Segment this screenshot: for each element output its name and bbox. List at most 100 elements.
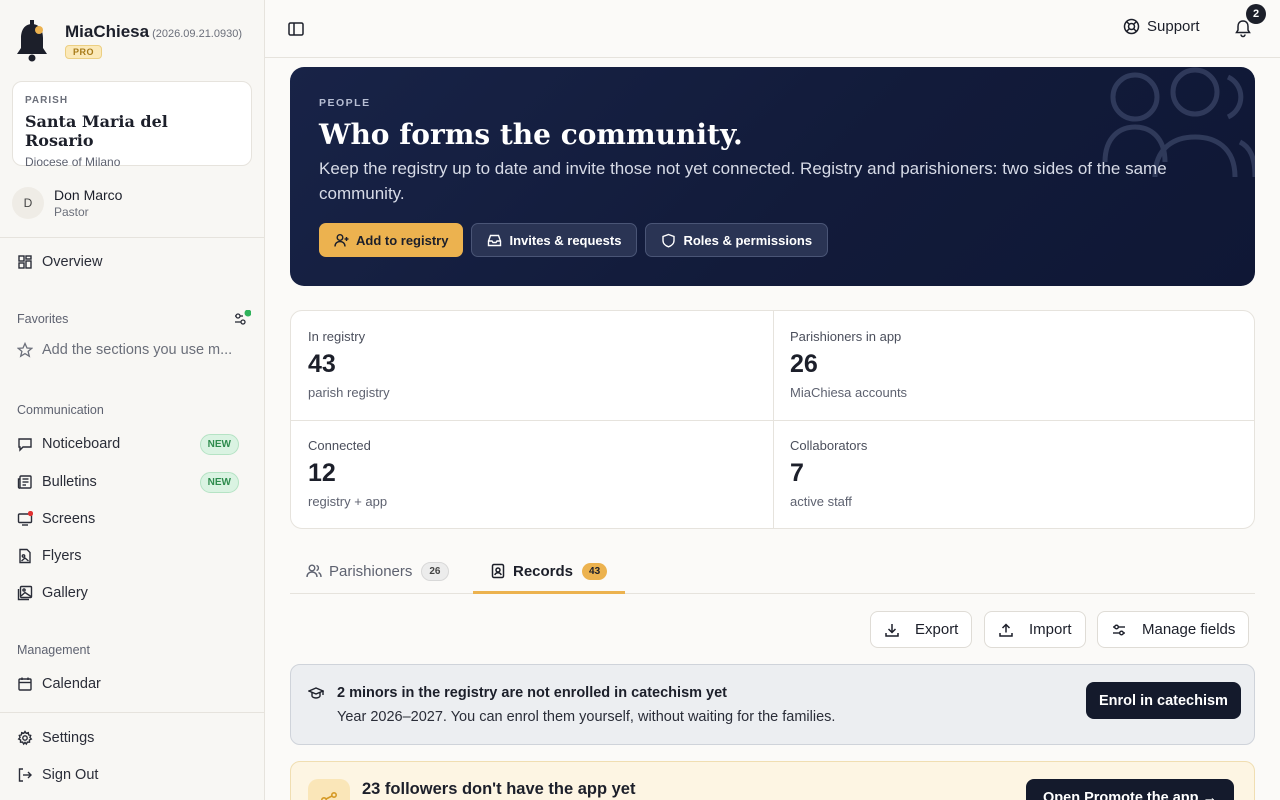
- stat-sub: MiaChiesa accounts: [790, 385, 908, 400]
- sidebar-item-flyers[interactable]: Flyers: [17, 543, 249, 569]
- stat-value: 26: [790, 350, 818, 378]
- stat-value: 43: [308, 350, 336, 378]
- tab-count-badge: 43: [582, 562, 608, 580]
- inbox-icon: [488, 234, 502, 246]
- alert-title: 2 minors in the registry are not enrolle…: [337, 685, 728, 701]
- enrol-catechism-button[interactable]: Enrol in catechism: [1086, 682, 1241, 719]
- star-icon: [17, 342, 33, 358]
- hero-eyebrow: PEOPLE: [319, 97, 371, 109]
- stat-sub: active staff: [790, 494, 852, 509]
- user-profile[interactable]: D Don Marco Pastor: [12, 187, 122, 219]
- active-tab-indicator: [473, 591, 625, 594]
- user-role: Pastor: [54, 205, 89, 219]
- parish-card[interactable]: PARISH Santa Maria del Rosario Diocese o…: [12, 81, 252, 169]
- sidebar-toggle-icon[interactable]: [287, 20, 305, 38]
- sidebar-item-gallery[interactable]: Gallery: [17, 580, 249, 606]
- promote-app-banner: 23 followers don't have the app yet Open…: [290, 761, 1255, 800]
- sidebar-item-noticeboard[interactable]: Noticeboard NEW: [17, 431, 249, 457]
- sidebar-item-label: Overview: [42, 254, 103, 270]
- sidebar-item-screens[interactable]: Screens: [17, 506, 249, 532]
- gear-icon: [17, 730, 33, 746]
- divider: [0, 712, 265, 713]
- sidebar-item-label: Flyers: [42, 548, 82, 564]
- stat-sub: registry + app: [308, 494, 388, 509]
- stat-card-parishioners: Parishioners in app 26 MiaChiesa account…: [773, 311, 1254, 420]
- tab-records[interactable]: Records 43: [490, 548, 608, 594]
- hero-subtitle: Keep the registry up to date and invite …: [319, 159, 1167, 203]
- plan-badge: PRO: [65, 45, 103, 59]
- notification-count-badge: 2: [1246, 4, 1266, 24]
- shield-icon: [662, 233, 676, 248]
- tab-count-badge: 26: [421, 561, 449, 581]
- stat-label: Collaborators: [790, 438, 868, 453]
- favorites-title: Favorites: [17, 312, 69, 326]
- grid-icon: [18, 255, 32, 269]
- stats-grid: In registry 43 parish registry Parishion…: [290, 310, 1255, 529]
- stat-sub: parish registry: [308, 385, 390, 400]
- alert-text: Year 2026–2027. You can enrol them yours…: [337, 709, 836, 725]
- user-plus-icon: [334, 233, 349, 247]
- parish-diocese: Diocese of Milano: [25, 155, 121, 169]
- sidebar-item-calendar[interactable]: Calendar: [17, 671, 249, 697]
- sidebar-item-label: Sign Out: [42, 767, 99, 783]
- parish-name: Santa Maria del Rosario: [25, 112, 168, 150]
- tab-label: Records: [513, 562, 574, 580]
- roles-permissions-label: Roles & permissions: [683, 232, 813, 248]
- communication-title: Communication: [17, 403, 104, 417]
- users-icon: [306, 564, 322, 578]
- stat-label: Parishioners in app: [790, 329, 902, 344]
- file-image-icon: [19, 548, 31, 564]
- images-icon: [17, 585, 33, 601]
- favorites-hint[interactable]: Add the sections you use m...: [17, 342, 249, 358]
- import-label: Import: [1029, 621, 1072, 638]
- download-icon: [885, 623, 899, 637]
- sidebar-item-signout[interactable]: Sign Out: [17, 762, 249, 788]
- bell-logo-icon: [17, 20, 47, 62]
- sidebar-item-overview[interactable]: Overview: [17, 249, 249, 275]
- sidebar-item-label: Noticeboard: [42, 436, 121, 452]
- contact-card-icon: [491, 563, 505, 579]
- sidebar-item-label: Screens: [42, 511, 96, 527]
- sidebar-item-label: Gallery: [42, 585, 88, 601]
- support-label: Support: [1147, 18, 1200, 35]
- stat-card-connected: Connected 12 registry + app: [291, 420, 773, 528]
- parish-label: PARISH: [25, 95, 69, 106]
- invites-requests-button[interactable]: Invites & requests: [471, 223, 638, 257]
- manage-fields-button[interactable]: Manage fields: [1097, 611, 1250, 648]
- roles-permissions-button[interactable]: Roles & permissions: [645, 223, 829, 257]
- customize-favorites-icon[interactable]: [233, 310, 251, 328]
- sidebar-item-bulletins[interactable]: Bulletins NEW: [17, 469, 249, 495]
- add-to-registry-button[interactable]: Add to registry: [319, 223, 464, 257]
- new-badge: NEW: [199, 471, 239, 493]
- share-icon: [308, 779, 350, 800]
- brand-text: MiaChiesa (2026.09.21.0930) PRO: [65, 22, 242, 60]
- brand-version: (2026.09.21.0930): [152, 28, 243, 40]
- sliders-icon: [1113, 624, 1125, 635]
- add-to-registry-label: Add to registry: [356, 232, 449, 248]
- avatar: D: [12, 187, 44, 219]
- tab-parishioners[interactable]: Parishioners 26: [306, 548, 449, 594]
- sidebar: MiaChiesa (2026.09.21.0930) PRO PARISH Sa…: [0, 0, 265, 800]
- tab-label: Parishioners: [329, 562, 413, 580]
- logout-icon: [18, 768, 32, 782]
- sidebar-item-label: Bulletins: [42, 474, 97, 490]
- sidebar-item-label: Calendar: [42, 676, 101, 692]
- stat-label: In registry: [308, 329, 366, 344]
- sidebar-item-settings[interactable]: Settings: [17, 725, 249, 751]
- lifebuoy-icon: [1123, 18, 1140, 35]
- new-badge: NEW: [199, 433, 239, 455]
- brand[interactable]: [14, 18, 50, 62]
- user-name: Don Marco: [54, 187, 123, 203]
- manage-fields-label: Manage fields: [1142, 621, 1236, 638]
- import-button[interactable]: Import: [984, 611, 1086, 648]
- support-button[interactable]: Support: [1123, 18, 1200, 35]
- promo-title: 23 followers don't have the app yet: [362, 780, 636, 798]
- export-button[interactable]: Export: [870, 611, 973, 648]
- calendar-icon: [18, 677, 32, 691]
- newspaper-icon: [17, 475, 32, 489]
- open-promote-app-button[interactable]: Open Promote the app →: [1026, 779, 1235, 800]
- hero-title: Who forms the community.: [319, 118, 743, 151]
- management-title: Management: [17, 643, 90, 657]
- favorites-hint-text: Add the sections you use m...: [42, 342, 233, 358]
- invites-requests-label: Invites & requests: [509, 232, 622, 248]
